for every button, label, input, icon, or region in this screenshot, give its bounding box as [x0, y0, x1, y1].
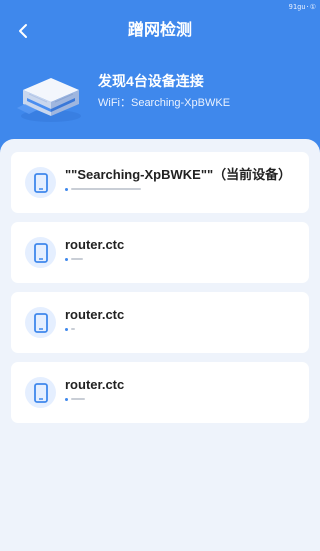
watermark: 91gu·① [288, 3, 316, 11]
header: 91gu·① 蹭网检测 发现4台设备连接 WiFi：Searching-XpBW… [0, 0, 320, 160]
device-address [65, 256, 83, 262]
device-card[interactable]: router.ctc [11, 362, 309, 423]
device-card[interactable]: router.ctc [11, 222, 309, 283]
found-devices-title: 发现4台设备连接 [98, 73, 204, 89]
phone-icon [25, 377, 56, 408]
device-address [65, 186, 141, 192]
device-name: router.ctc [65, 307, 125, 322]
phone-icon [25, 237, 56, 268]
router-illustration-icon [17, 78, 81, 122]
device-name: router.ctc [65, 237, 125, 252]
phone-icon [25, 167, 56, 198]
phone-icon [25, 307, 56, 338]
wifi-name: WiFi：Searching-XpBWKE [98, 97, 231, 109]
device-address [65, 396, 85, 402]
device-card[interactable]: ""Searching-XpBWKE""（当前设备） [11, 152, 309, 213]
device-name: ""Searching-XpBWKE""（当前设备） [65, 167, 292, 182]
device-card[interactable]: router.ctc [11, 292, 309, 353]
page-title: 蹭网检测 [127, 22, 192, 39]
device-name: router.ctc [65, 377, 125, 392]
device-list: ""Searching-XpBWKE""（当前设备） router.ctc ro… [0, 139, 320, 551]
device-address [65, 326, 75, 332]
